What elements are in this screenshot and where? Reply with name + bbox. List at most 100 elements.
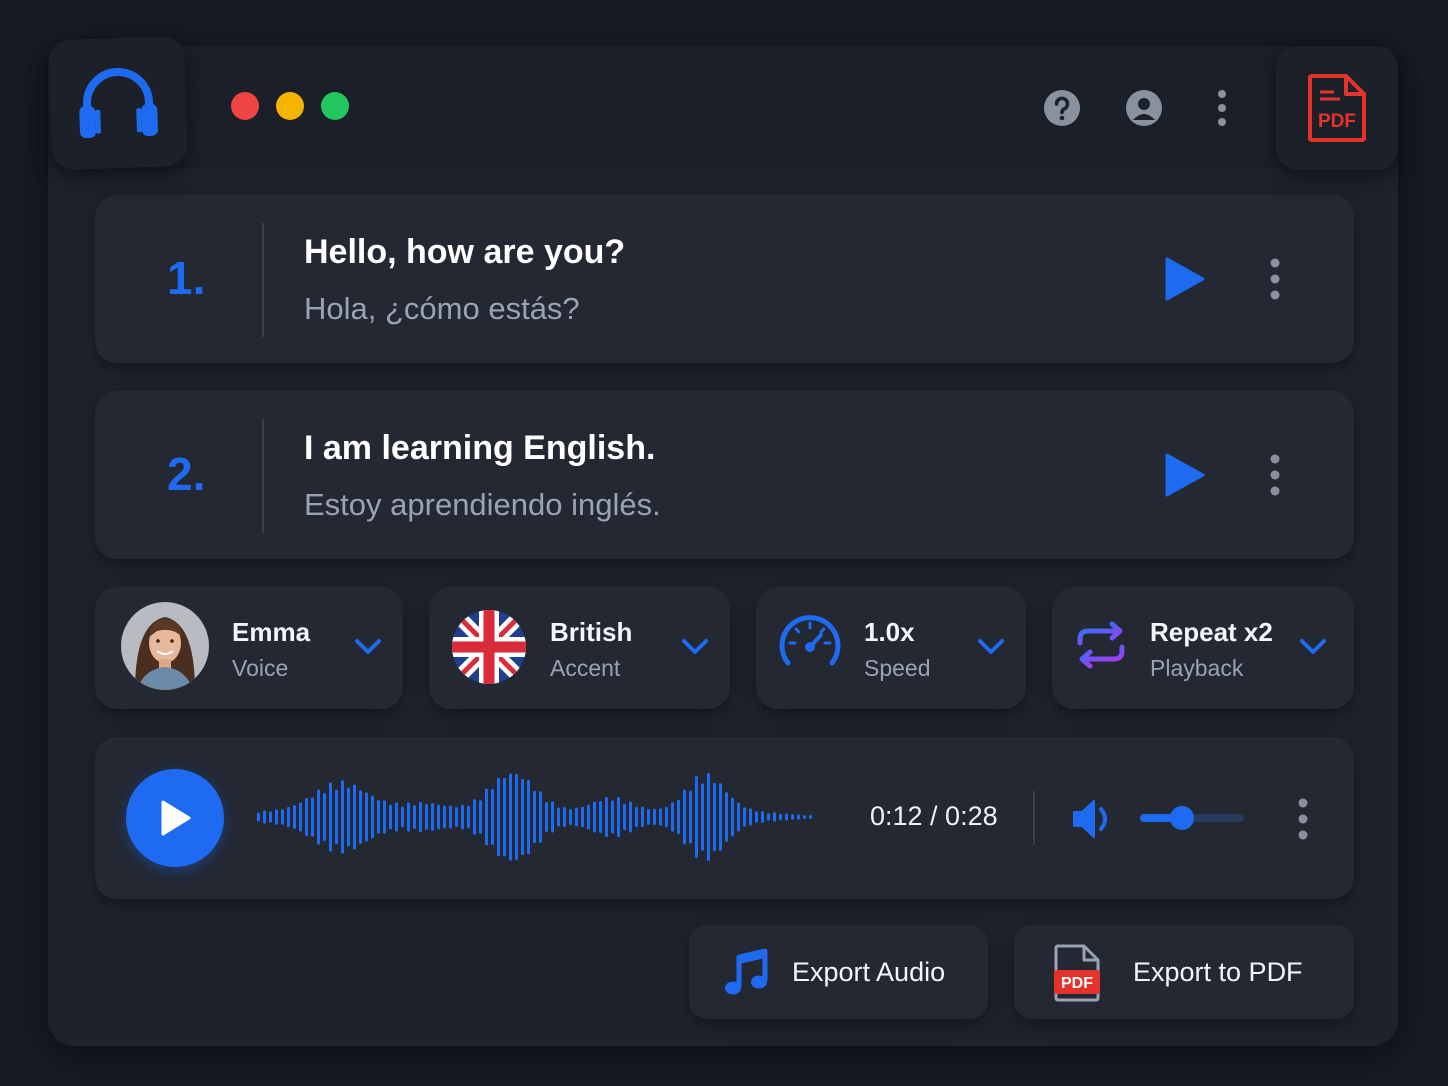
waveform-bar — [275, 809, 278, 825]
play-button[interactable] — [126, 769, 224, 867]
pdf-file-icon: PDF — [1054, 944, 1100, 1002]
waveform-bar — [803, 814, 806, 820]
play-icon[interactable] — [1163, 451, 1207, 499]
waveform-bar — [551, 801, 554, 833]
waveform-bar — [521, 778, 524, 856]
chevron-down-icon[interactable] — [976, 633, 1006, 659]
voice-selector[interactable]: Emma Voice — [95, 587, 403, 709]
music-note-icon — [725, 948, 768, 995]
play-icon[interactable] — [1163, 255, 1207, 303]
waveform-bar — [707, 772, 710, 862]
waveform-bar — [383, 800, 386, 834]
waveform-bar — [467, 805, 470, 829]
speed-label: Speed — [864, 655, 931, 681]
accent-label: Accent — [550, 655, 621, 681]
waveform-bar — [299, 802, 302, 832]
waveform-bar — [569, 809, 572, 825]
chevron-down-icon[interactable] — [680, 633, 710, 659]
app-logo-tile — [47, 35, 189, 171]
waveform-bar — [449, 805, 452, 829]
pdf-export-tile[interactable]: PDF — [1276, 46, 1398, 170]
waveform-bar — [767, 813, 770, 821]
waveform-bar — [515, 773, 518, 861]
waveform-bar — [797, 814, 800, 820]
playback-time: 0:12 / 0:28 — [870, 801, 998, 831]
volume-slider[interactable] — [1140, 806, 1244, 830]
more-vertical-icon[interactable] — [1202, 88, 1242, 128]
pdf-badge-label: PDF — [1061, 975, 1093, 992]
waveform-bar — [617, 796, 620, 838]
headphones-icon — [79, 68, 158, 139]
window-close-dot[interactable] — [231, 92, 259, 120]
waveform-bar — [389, 804, 392, 830]
pdf-file-icon: PDF — [1308, 74, 1366, 142]
waveform-bar — [335, 789, 338, 845]
repeat-selector[interactable]: Repeat x2 Playback — [1052, 587, 1354, 709]
waveform-bar — [473, 799, 476, 835]
waveform-bar — [785, 813, 788, 821]
more-vertical-icon[interactable] — [1289, 795, 1317, 843]
waveform-bar — [485, 788, 488, 846]
waveform-bar — [365, 792, 368, 842]
more-vertical-icon[interactable] — [1261, 451, 1289, 499]
volume-thumb[interactable] — [1169, 806, 1194, 830]
waveform-bar — [701, 783, 704, 851]
accent-selector[interactable]: British Accent — [429, 587, 730, 709]
waveform-bar — [329, 782, 332, 852]
play-icon — [161, 800, 191, 836]
export-audio-button[interactable]: Export Audio — [689, 925, 988, 1019]
chevron-down-icon[interactable] — [1298, 633, 1328, 659]
waveform-bar — [407, 802, 410, 832]
waveform-bar — [293, 804, 296, 830]
speed-selector[interactable]: 1.0x Speed — [756, 587, 1026, 709]
waveform-bar — [581, 806, 584, 828]
waveform-bar — [503, 777, 506, 857]
waveform-bar — [659, 808, 662, 826]
waveform-bar — [695, 776, 698, 858]
waveform-bar — [257, 812, 260, 822]
waveform-bar — [713, 782, 716, 852]
window-maximize-dot[interactable] — [321, 92, 349, 120]
waveform-bar — [497, 777, 500, 857]
export-pdf-button[interactable]: PDF Export to PDF — [1014, 925, 1354, 1019]
waveform-bar — [731, 797, 734, 837]
more-vertical-icon[interactable] — [1261, 255, 1289, 303]
waveform-bar — [725, 792, 728, 842]
waveform-bar — [623, 803, 626, 831]
waveform-bar — [491, 788, 494, 846]
waveform-bar — [311, 797, 314, 837]
waveform-bar — [593, 801, 596, 833]
waveform-bar — [317, 789, 320, 845]
waveform-bar — [347, 787, 350, 847]
repeat-icon — [1077, 621, 1125, 669]
window-minimize-dot[interactable] — [276, 92, 304, 120]
waveform-bar — [413, 805, 416, 829]
waveform-bar — [563, 806, 566, 828]
waveform-bar — [653, 808, 656, 826]
phrase-english: Hello, how are you? — [304, 233, 626, 271]
divider — [262, 223, 264, 337]
waveform-bar — [509, 773, 512, 861]
waveform-bar — [611, 800, 614, 834]
waveform-bar — [287, 806, 290, 828]
phrase-number: 1. — [167, 252, 206, 304]
voice-label: Voice — [232, 655, 289, 681]
audio-player: 0:12 / 0:28 — [95, 737, 1354, 899]
waveform-bar — [263, 810, 266, 824]
waveform-bar — [305, 798, 308, 836]
chevron-down-icon[interactable] — [353, 633, 383, 659]
waveform-bar — [647, 809, 650, 825]
phrase-card-2: 2. I am learning English. Estoy aprendie… — [95, 391, 1354, 559]
waveform[interactable] — [255, 767, 815, 867]
divider — [262, 419, 264, 533]
waveform-bar — [605, 796, 608, 838]
waveform-bar — [809, 815, 812, 819]
waveform-bar — [281, 809, 284, 825]
repeat-label: Playback — [1150, 655, 1244, 681]
waveform-bar — [587, 804, 590, 830]
volume-icon[interactable] — [1071, 797, 1117, 841]
account-icon[interactable] — [1124, 88, 1164, 128]
help-icon[interactable] — [1042, 88, 1082, 128]
waveform-bar — [461, 804, 464, 830]
waveform-bar — [743, 807, 746, 827]
